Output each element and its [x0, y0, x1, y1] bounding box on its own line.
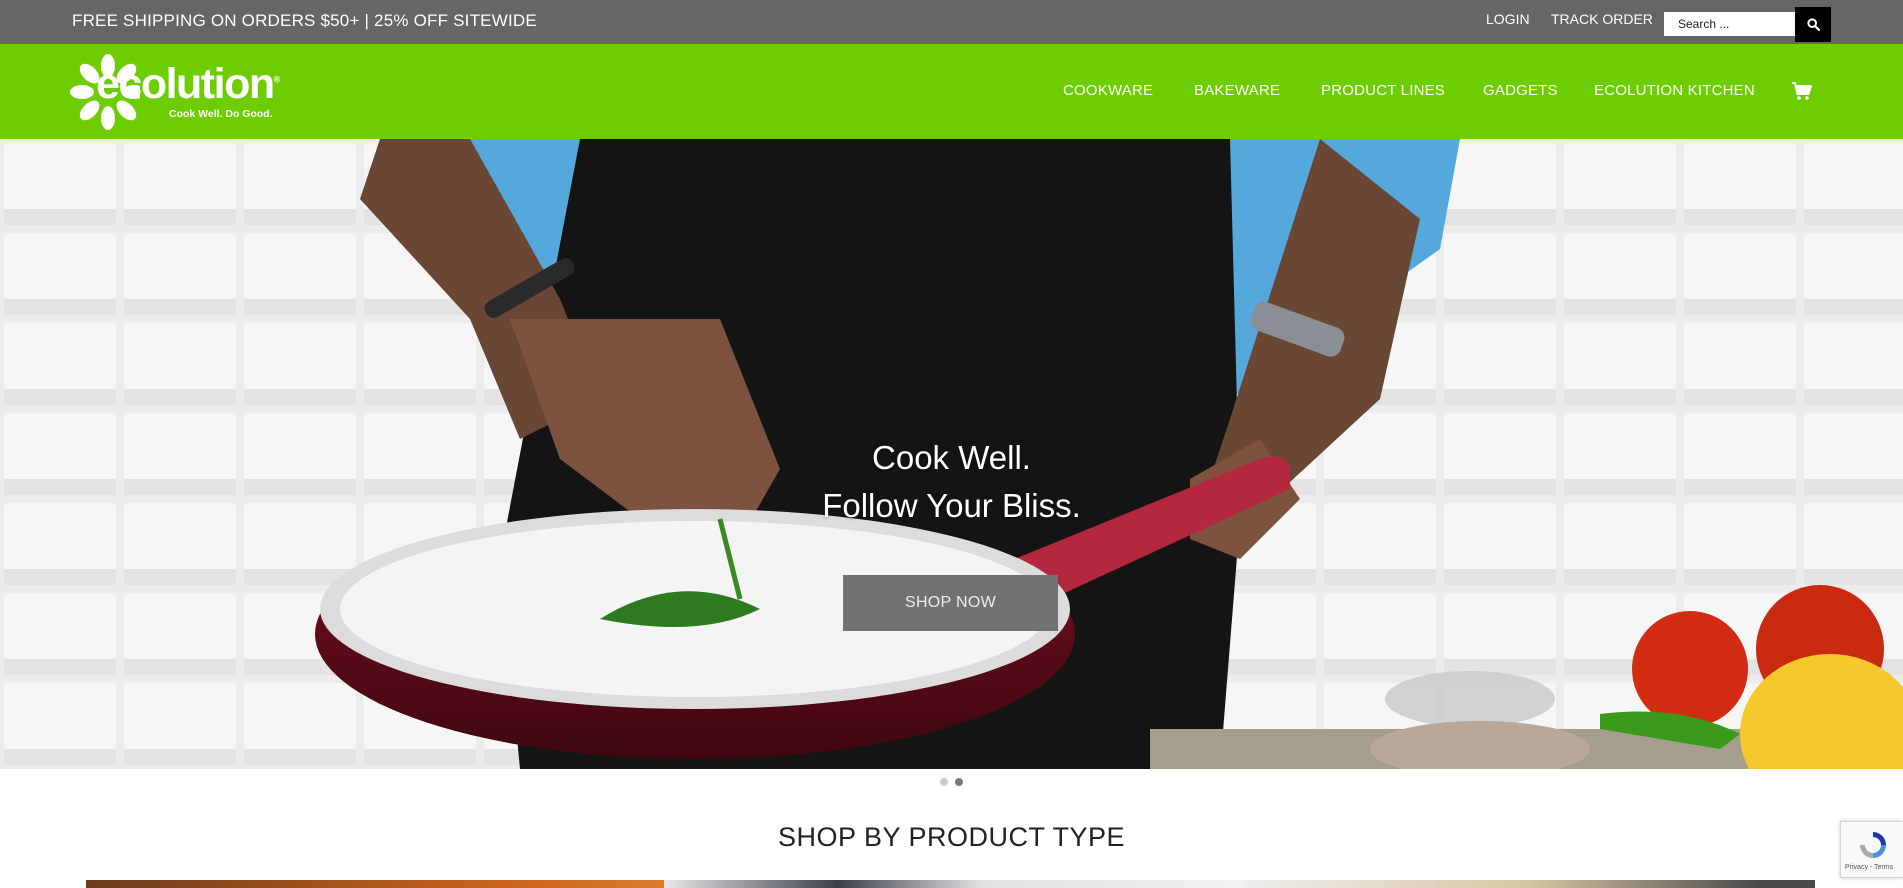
search-form: [1664, 7, 1831, 42]
promo-banner: FREE SHIPPING ON ORDERS $50+ | 25% OFF S…: [72, 11, 537, 30]
cart-icon[interactable]: [1791, 81, 1813, 101]
product-type-card-2[interactable]: [664, 880, 1242, 888]
track-order-link[interactable]: TRACK ORDER: [1551, 11, 1653, 27]
recaptcha-badge[interactable]: Privacy - Terms: [1840, 821, 1903, 878]
shop-now-button[interactable]: SHOP NOW: [843, 575, 1058, 631]
nav-gadgets[interactable]: GADGETS: [1483, 82, 1558, 99]
nav-cookware[interactable]: COOKWARE: [1063, 82, 1153, 99]
section-title: SHOP BY PRODUCT TYPE: [777, 822, 1126, 852]
search-button[interactable]: [1795, 7, 1831, 42]
slider-dot-2-active[interactable]: [955, 778, 963, 786]
recaptcha-icon: [1860, 832, 1886, 858]
slider-dot-1[interactable]: [940, 778, 948, 786]
search-input[interactable]: [1664, 12, 1795, 36]
recaptcha-privacy-terms: Privacy - Terms: [1845, 864, 1894, 871]
nav-product-lines[interactable]: PRODUCT LINES: [1321, 82, 1445, 99]
main-header: ecolution® Cook Well. Do Good. COOKWARE …: [0, 44, 1903, 139]
hero-slider: Cook Well. Follow Your Bliss. SHOP NOW: [0, 139, 1903, 769]
nav-ecolution-kitchen[interactable]: ECOLUTION KITCHEN: [1594, 82, 1755, 99]
product-type-card-3[interactable]: [1242, 880, 1815, 888]
product-type-card-1[interactable]: [86, 880, 664, 888]
top-bar: FREE SHIPPING ON ORDERS $50+ | 25% OFF S…: [0, 0, 1903, 44]
hero-heading-line2: Follow Your Bliss.: [822, 487, 1081, 524]
logo-wordmark: ecolution®: [96, 60, 280, 108]
ecolution-logo[interactable]: ecolution® Cook Well. Do Good.: [70, 50, 290, 134]
search-icon: [1806, 18, 1820, 31]
logo-tagline: Cook Well. Do Good.: [169, 108, 273, 120]
nav-bakeware[interactable]: BAKEWARE: [1194, 82, 1280, 99]
hero-heading-line1: Cook Well.: [872, 439, 1031, 476]
login-link[interactable]: LOGIN: [1486, 11, 1530, 27]
